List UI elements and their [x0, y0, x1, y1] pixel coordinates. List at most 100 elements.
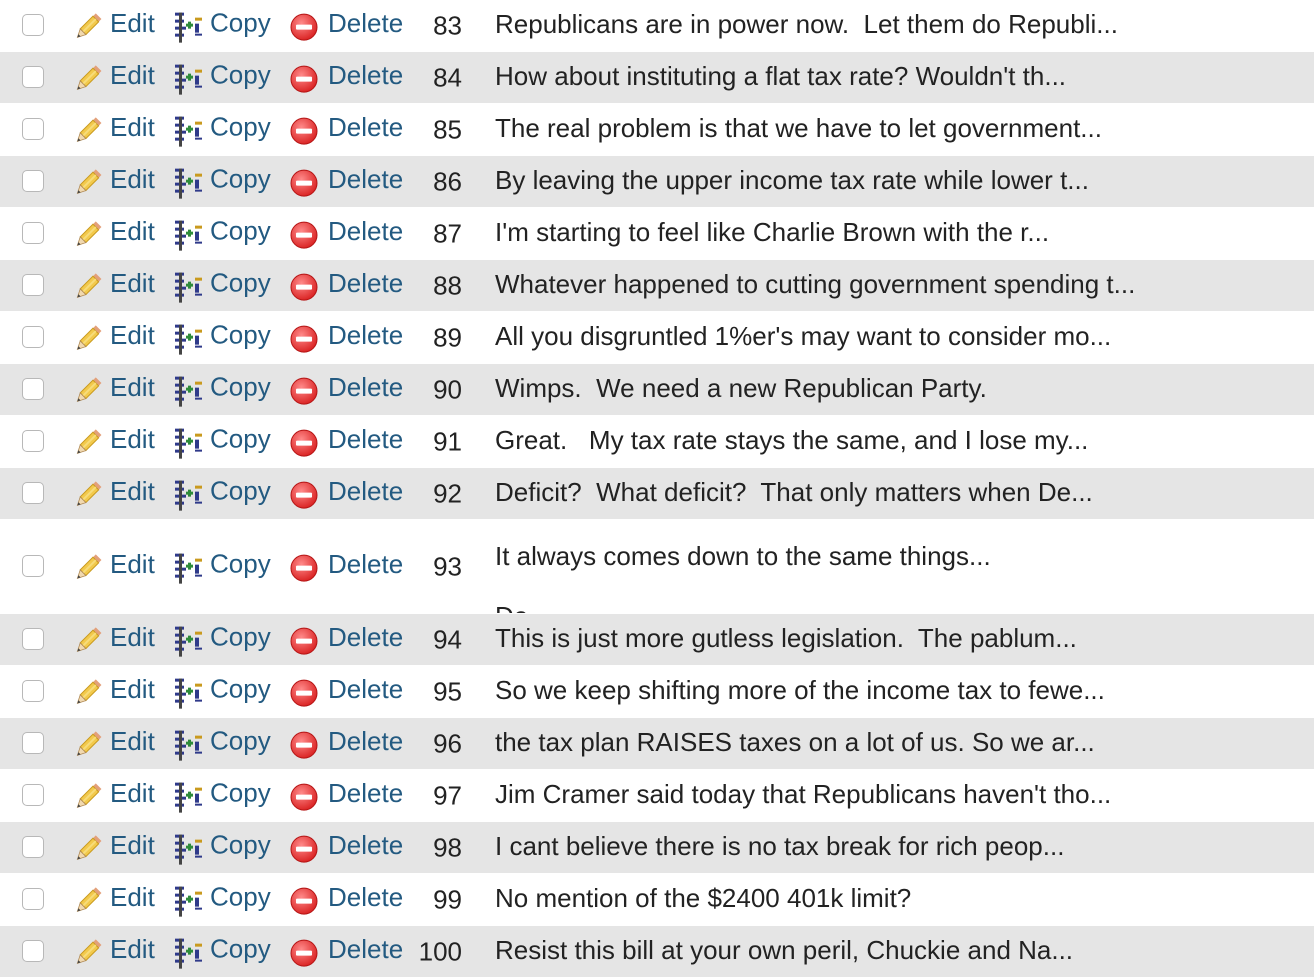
row-id: 95 — [433, 676, 462, 707]
delete-link[interactable]: Delete — [290, 546, 403, 582]
edit-link[interactable]: Edit — [72, 211, 155, 251]
copy-link[interactable]: Copy — [172, 210, 271, 252]
delete-label: Delete — [328, 267, 404, 298]
pencil-icon — [72, 833, 104, 865]
edit-label: Edit — [110, 423, 155, 454]
edit-label: Edit — [110, 475, 155, 506]
row-checkbox[interactable] — [22, 888, 44, 910]
delete-link[interactable]: Delete — [290, 109, 403, 145]
delete-link[interactable]: Delete — [290, 265, 403, 301]
delete-link[interactable]: Delete — [290, 161, 403, 197]
copy-link[interactable]: Copy — [172, 876, 271, 918]
delete-link[interactable]: Delete — [290, 775, 403, 811]
delete-link[interactable]: Delete — [290, 619, 403, 655]
delete-link[interactable]: Delete — [290, 369, 403, 405]
copy-icon — [172, 676, 204, 710]
edit-link[interactable]: Edit — [72, 773, 155, 813]
table-row: Edit Copy Delete 93 It always comes down to … — [0, 520, 1314, 631]
edit-link[interactable]: Edit — [72, 471, 155, 511]
copy-link[interactable]: Copy — [172, 772, 271, 814]
delete-link[interactable]: Delete — [290, 213, 403, 249]
delete-link[interactable]: Delete — [290, 57, 403, 93]
row-checkbox[interactable] — [22, 555, 44, 577]
edit-link[interactable]: Edit — [72, 544, 155, 584]
edit-label: Edit — [110, 881, 155, 912]
delete-link[interactable]: Delete — [290, 5, 403, 41]
edit-link[interactable]: Edit — [72, 159, 155, 199]
edit-link[interactable]: Edit — [72, 3, 155, 43]
edit-link[interactable]: Edit — [72, 263, 155, 303]
edit-link[interactable]: Edit — [72, 825, 155, 865]
table-row: Edit Copy Delete 84 How about instituting a … — [0, 52, 1314, 104]
copy-icon — [172, 322, 204, 356]
row-checkbox[interactable] — [22, 628, 44, 650]
edit-link[interactable]: Edit — [72, 55, 155, 95]
copy-link[interactable]: Copy — [172, 366, 271, 408]
copy-label: Copy — [210, 621, 271, 652]
row-checkbox[interactable] — [22, 378, 44, 400]
row-checkbox[interactable] — [22, 940, 44, 962]
copy-link[interactable]: Copy — [172, 418, 271, 460]
delete-icon — [290, 554, 318, 582]
row-checkbox[interactable] — [22, 170, 44, 192]
edit-link[interactable]: Edit — [72, 877, 155, 917]
edit-link[interactable]: Edit — [72, 419, 155, 459]
delete-link[interactable]: Delete — [290, 827, 403, 863]
pencil-icon — [72, 677, 104, 709]
delete-link[interactable]: Delete — [290, 473, 403, 509]
delete-link[interactable]: Delete — [290, 421, 403, 457]
row-checkbox[interactable] — [22, 66, 44, 88]
delete-icon — [290, 377, 318, 405]
copy-icon — [172, 624, 204, 658]
copy-link[interactable]: Copy — [172, 106, 271, 148]
copy-link[interactable]: Copy — [172, 824, 271, 866]
row-text: Great. My tax rate stays the same, and I… — [495, 424, 1089, 455]
delete-link[interactable]: Delete — [290, 723, 403, 759]
edit-link[interactable]: Edit — [72, 929, 155, 969]
edit-link[interactable]: Edit — [72, 669, 155, 709]
edit-link[interactable]: Edit — [72, 721, 155, 761]
delete-label: Delete — [328, 423, 404, 454]
copy-link[interactable]: Copy — [172, 314, 271, 356]
row-checkbox[interactable] — [22, 732, 44, 754]
row-checkbox[interactable] — [22, 118, 44, 140]
edit-link[interactable]: Edit — [72, 617, 155, 657]
pencil-icon — [72, 552, 104, 584]
copy-link[interactable]: Copy — [172, 54, 271, 96]
edit-link[interactable]: Edit — [72, 107, 155, 147]
row-checkbox[interactable] — [22, 482, 44, 504]
delete-label: Delete — [328, 111, 404, 142]
copy-link[interactable]: Copy — [172, 158, 271, 200]
edit-link[interactable]: Edit — [72, 315, 155, 355]
delete-link[interactable]: Delete — [290, 317, 403, 353]
row-text: Deficit? What deficit? That only matters… — [495, 476, 1093, 507]
table-row: Edit Copy Delete 99 No mention of the $2400 … — [0, 874, 1314, 926]
copy-link[interactable]: Copy — [172, 928, 271, 970]
delete-icon — [290, 221, 318, 249]
copy-link[interactable]: Copy — [172, 543, 271, 585]
copy-link[interactable]: Copy — [172, 262, 271, 304]
delete-link[interactable]: Delete — [290, 879, 403, 915]
delete-link[interactable]: Delete — [290, 671, 403, 707]
row-checkbox[interactable] — [22, 836, 44, 858]
delete-icon — [290, 13, 318, 41]
row-checkbox[interactable] — [22, 14, 44, 36]
row-checkbox[interactable] — [22, 274, 44, 296]
copy-link[interactable]: Copy — [172, 720, 271, 762]
copy-label: Copy — [210, 7, 271, 38]
table-row: Edit Copy Delete 90 Wimps. We need a new Rep… — [0, 364, 1314, 416]
row-text: No mention of the $2400 401k limit? — [495, 882, 912, 913]
row-checkbox[interactable] — [22, 222, 44, 244]
copy-link[interactable]: Copy — [172, 668, 271, 710]
row-checkbox[interactable] — [22, 430, 44, 452]
copy-link[interactable]: Copy — [172, 2, 271, 44]
row-checkbox[interactable] — [22, 784, 44, 806]
delete-link[interactable]: Delete — [290, 931, 403, 967]
row-checkbox[interactable] — [22, 326, 44, 348]
copy-link[interactable]: Copy — [172, 616, 271, 658]
edit-link[interactable]: Edit — [72, 367, 155, 407]
copy-label: Copy — [210, 829, 271, 860]
copy-link[interactable]: Copy — [172, 470, 271, 512]
row-checkbox[interactable] — [22, 680, 44, 702]
table-row: Edit Copy Delete 86 By leaving the upper inc… — [0, 156, 1314, 208]
